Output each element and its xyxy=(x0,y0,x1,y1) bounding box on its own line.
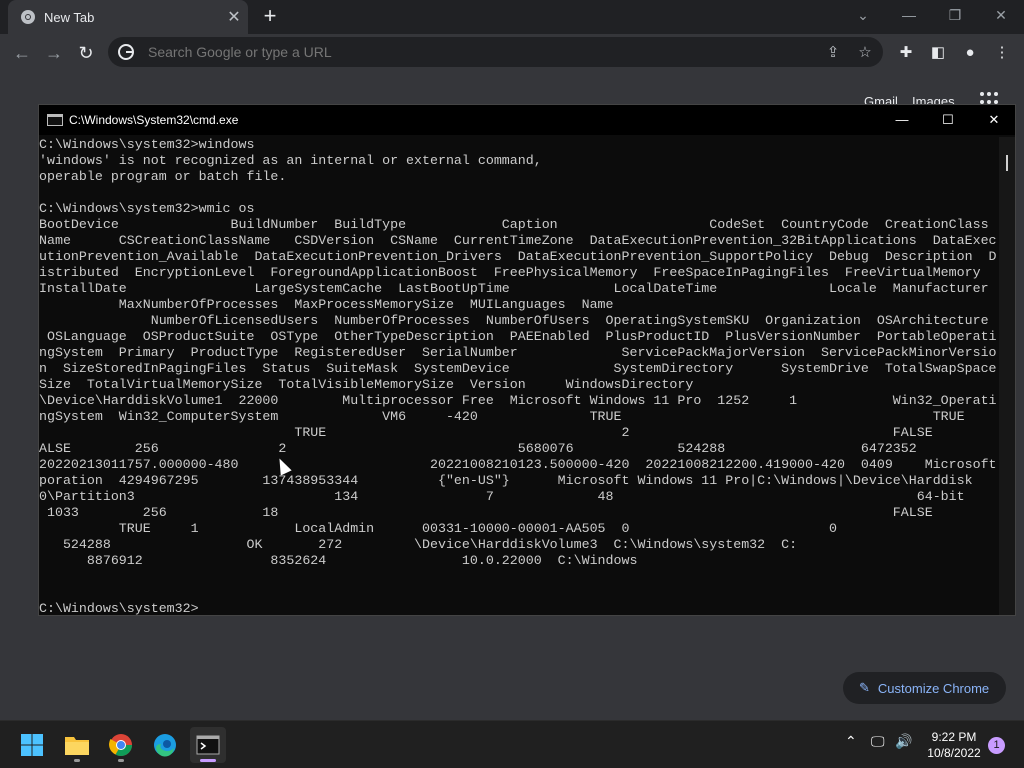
customize-chrome-label: Customize Chrome xyxy=(877,680,990,696)
tab-search-chevron-icon[interactable]: ⌄ xyxy=(840,0,886,30)
console-line: poration 4294967295 137438953344 {"en-US… xyxy=(39,473,973,488)
side-panel-icon[interactable]: ◧ xyxy=(927,42,949,64)
profile-icon[interactable]: ● xyxy=(959,42,981,64)
new-tab-button[interactable]: + xyxy=(258,4,282,28)
running-indicator xyxy=(74,759,80,762)
console-line: 8876912 8352624 10.0.22000 C:\Windows xyxy=(39,553,638,568)
chrome-favicon-icon xyxy=(21,10,35,24)
omnibox-input[interactable] xyxy=(148,44,788,60)
console-line: n SizeStoredInPagingFiles Status SuiteMa… xyxy=(39,361,997,376)
console-line: C:\Windows\system32>windows xyxy=(39,137,255,152)
console-line: Size TotalVirtualMemorySize TotalVisible… xyxy=(39,377,694,392)
console-line: TRUE 2 FALSE F xyxy=(39,425,999,440)
console-line: operable program or batch file. xyxy=(39,169,287,184)
console-line: \Device\HarddiskVolume1 22000 Multiproce… xyxy=(39,393,997,408)
minimize-button[interactable]: — xyxy=(886,0,932,30)
running-indicator xyxy=(118,759,124,762)
tab-new-tab[interactable]: New Tab ✕ xyxy=(8,0,248,34)
forward-button[interactable]: → xyxy=(41,40,67,66)
omnibox[interactable]: ⇪ ☆ xyxy=(108,37,883,67)
console-line: NumberOfLicensedUsers NumberOfProcesses … xyxy=(39,313,997,328)
close-window-button[interactable]: ✕ xyxy=(978,0,1024,30)
taskbar: ⌃ 🖵 🔊 9:22 PM 10/8/2022 1 xyxy=(0,720,1024,768)
console-line: OSLanguage OSProductSuite OSType OtherTy… xyxy=(39,329,997,344)
customize-chrome-button[interactable]: ✎ Customize Chrome xyxy=(843,672,1006,704)
cmd-maximize-button[interactable]: ☐ xyxy=(925,105,971,135)
active-indicator xyxy=(200,759,216,762)
console-line: 1033 256 18 FALSE xyxy=(39,505,965,520)
browser-toolbar: ← → ↻ ⇪ ☆ ✚ ◧ ● ⋮ xyxy=(0,34,1024,72)
windows-logo-icon xyxy=(21,734,43,756)
tray-overflow-chevron-icon[interactable]: ⌃ xyxy=(845,733,857,750)
console-line: MaxNumberOfProcesses MaxProcessMemorySiz… xyxy=(39,297,999,312)
chrome-taskbar-button[interactable] xyxy=(103,727,139,763)
console-line: 524288 OK 272 \Device\HarddiskVolume3 C:… xyxy=(39,537,965,552)
clock-date: 10/8/2022 xyxy=(927,746,981,760)
volume-icon[interactable]: 🔊 xyxy=(895,733,912,750)
pencil-icon: ✎ xyxy=(859,680,870,695)
edge-taskbar-button[interactable] xyxy=(147,727,183,763)
scrollbar-thumb[interactable] xyxy=(1006,155,1008,171)
reload-button[interactable]: ↻ xyxy=(73,40,99,66)
back-button[interactable]: ← xyxy=(9,40,35,66)
cmd-close-button[interactable]: ✕ xyxy=(971,105,1017,135)
network-icon[interactable]: 🖵 xyxy=(871,733,885,750)
console-line: InstallDate LargeSystemCache LastBootUpT… xyxy=(39,281,999,296)
console-line: 0\Partition3 134 7 48 64-bit xyxy=(39,489,973,504)
cmd-taskbar-button[interactable] xyxy=(190,727,226,763)
console-line: ngSystem Primary ProductType RegisteredU… xyxy=(39,345,997,360)
cmd-titlebar[interactable]: C:\Windows\System32\cmd.exe — ☐ ✕ xyxy=(39,105,1015,135)
console-line: istributed EncryptionLevel ForegroundApp… xyxy=(39,265,997,280)
folder-icon xyxy=(65,737,89,755)
clock-time: 9:22 PM xyxy=(931,730,977,744)
console-line: C:\Windows\system32> xyxy=(39,601,199,615)
taskbar-clock[interactable]: 9:22 PM 10/8/2022 xyxy=(918,729,990,761)
console-line: 'windows' is not recognized as an intern… xyxy=(39,153,542,168)
terminal-icon xyxy=(196,735,220,755)
menu-dots-icon[interactable]: ⋮ xyxy=(991,42,1013,64)
console-line: Name CSCreationClassName CSDVersion CSNa… xyxy=(39,233,997,248)
tab-close-icon[interactable]: ✕ xyxy=(220,7,248,27)
extensions-icon[interactable]: ✚ xyxy=(895,42,917,64)
console-scrollbar[interactable] xyxy=(999,137,1015,615)
file-explorer-taskbar-button[interactable] xyxy=(59,727,95,763)
share-icon[interactable]: ⇪ xyxy=(823,43,843,61)
bookmark-star-icon[interactable]: ☆ xyxy=(855,43,875,61)
cmd-app-icon xyxy=(47,114,63,126)
console-line: 20220213011757.000000-480 20221008210123… xyxy=(39,457,999,472)
console-output[interactable]: C:\Windows\system32>windows'windows' is … xyxy=(39,137,999,615)
edge-icon xyxy=(154,734,176,757)
tab-strip: New Tab ✕ + ⌄ — ❐ ✕ xyxy=(0,0,1024,34)
google-icon xyxy=(118,44,134,60)
start-button[interactable] xyxy=(14,727,50,763)
cmd-window[interactable]: C:\Windows\System32\cmd.exe — ☐ ✕ C:\Win… xyxy=(38,104,1016,616)
console-line: BootDevice BuildNumber BuildType Caption… xyxy=(39,217,989,232)
cmd-minimize-button[interactable]: — xyxy=(879,105,925,135)
notification-badge[interactable]: 1 xyxy=(988,737,1005,754)
console-line: ngSystem Win32_ComputerSystem VM6 -420 T… xyxy=(39,409,999,424)
console-line: utionPrevention_Available DataExecutionP… xyxy=(39,249,997,264)
console-line: C:\Windows\system32>wmic os xyxy=(39,201,255,216)
tab-title: New Tab xyxy=(44,9,95,25)
console-line: ALSE 256 2 5680076 524288 6472352 xyxy=(39,441,997,456)
cmd-title: C:\Windows\System32\cmd.exe xyxy=(69,113,239,127)
restore-button[interactable]: ❐ xyxy=(932,0,978,30)
console-line: TRUE 1 LocalAdmin 00331-10000-00001-AA50… xyxy=(39,521,965,536)
chrome-icon xyxy=(109,734,132,756)
